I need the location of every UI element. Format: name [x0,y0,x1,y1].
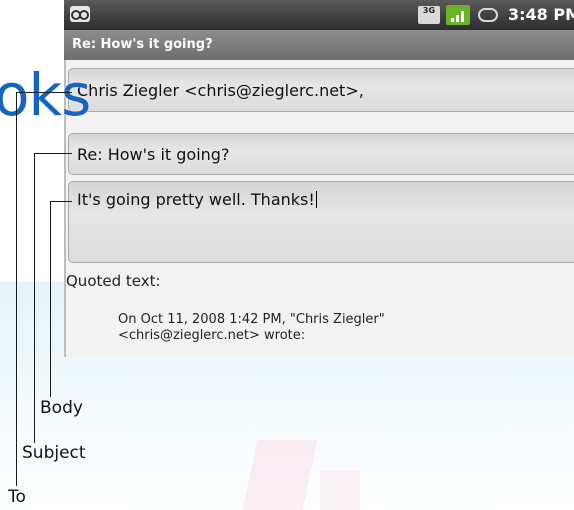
to-value: Chris Ziegler <chris@zieglerc.net>, [77,81,364,100]
voicemail-icon [70,6,90,22]
network-badge: 3G [422,6,436,15]
quoted-line: On Oct 11, 2008 1:42 PM, "Chris Ziegler" [118,312,385,327]
subject-callout-label: Subject [22,443,86,463]
subject-field[interactable]: Re: How's it going? [68,133,574,175]
battery-icon [478,8,498,22]
phone-screen: 3G 3:48 PM Re: How's it going? Chris Zie… [64,0,574,357]
body-field[interactable]: It's going pretty well. Thanks! [68,181,574,263]
to-callout-line [16,92,72,93]
subject-callout-line [34,153,35,443]
body-callout-line [50,201,51,397]
quoted-line: <chris@zieglerc.net> wrote: [118,328,306,343]
message-title: Re: How's it going? [64,30,574,60]
subject-value: Re: How's it going? [77,145,230,164]
quoted-text-label: Quoted text: [66,272,161,290]
body-callout-line [50,201,72,202]
watermark-text: oks [0,61,91,129]
status-clock: 3:48 PM [508,5,574,24]
subject-callout-line [34,153,72,154]
body-callout-label: Body [40,398,83,418]
to-field[interactable]: Chris Ziegler <chris@zieglerc.net>, [68,68,574,112]
signal-icon [446,5,470,25]
to-callout-label: To [8,487,26,507]
body-value: It's going pretty well. Thanks! [77,190,315,209]
background-shape [320,470,360,510]
quoted-text: On Oct 11, 2008 1:42 PM, "Chris Ziegler"… [118,312,385,344]
status-bar: 3G 3:48 PM [64,0,574,30]
3g-icon: 3G [418,6,440,24]
text-cursor [315,191,317,208]
to-callout-line [16,92,17,486]
